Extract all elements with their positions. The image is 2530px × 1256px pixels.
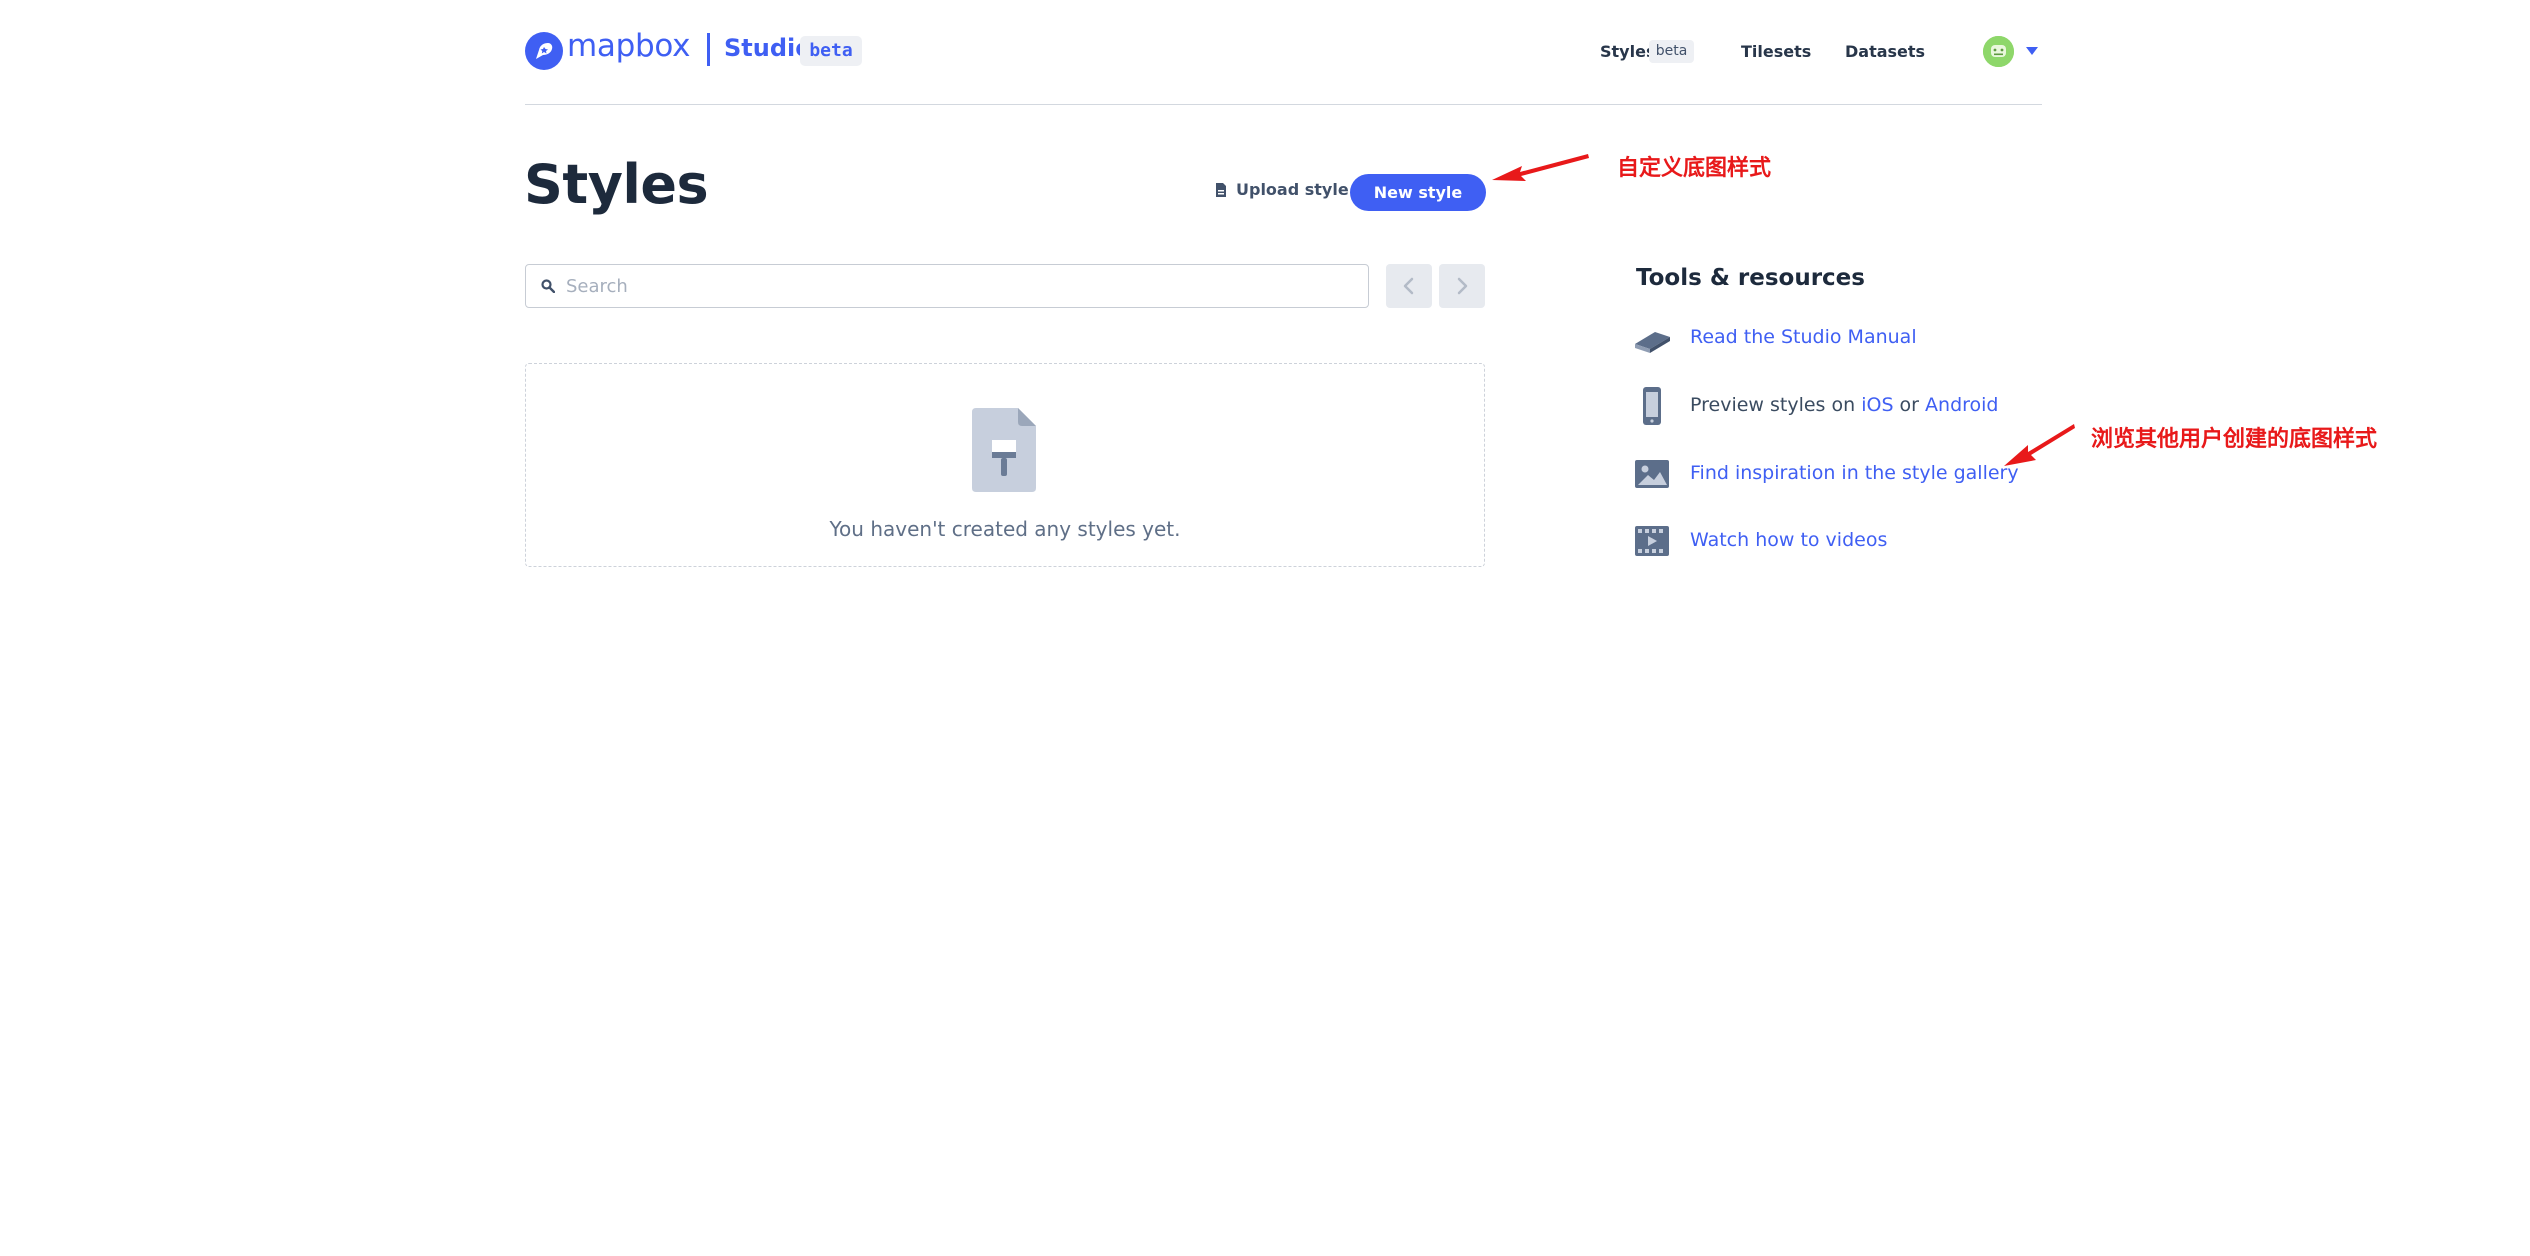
page-title: Styles: [524, 153, 709, 216]
how-to-videos-link-text[interactable]: Watch how to videos: [1690, 529, 1887, 551]
nav-styles[interactable]: Styles: [1600, 42, 1655, 61]
studio-beta-badge: beta: [800, 36, 862, 66]
search-input[interactable]: [566, 266, 1356, 306]
caret-down-icon[interactable]: [2026, 47, 2038, 55]
annotation-arrow-gallery: [2004, 424, 2075, 466]
upload-icon[interactable]: [1215, 182, 1227, 198]
how-to-videos-link[interactable]: Watch how to videos: [1690, 529, 1887, 551]
previous-page-button[interactable]: [1386, 264, 1432, 308]
empty-state-message: You haven't created any styles yet.: [829, 517, 1181, 541]
book-icon: [1633, 322, 1671, 356]
annotation-gallery: 浏览其他用户创建的底图样式: [2091, 427, 2378, 452]
image-icon: [1633, 457, 1671, 491]
style-document-icon: [972, 408, 1036, 492]
search-icon: [541, 278, 556, 294]
style-gallery-link-text[interactable]: Find inspiration in the style gallery: [1690, 462, 2019, 484]
film-icon: [1633, 524, 1671, 558]
new-style-button[interactable]: New style: [1350, 174, 1486, 211]
mapbox-logo-icon[interactable]: [525, 32, 563, 70]
upload-style-button[interactable]: Upload style: [1236, 180, 1349, 199]
studio-label[interactable]: Studio: [724, 34, 812, 62]
style-gallery-link[interactable]: Find inspiration in the style gallery: [1690, 462, 2019, 484]
ios-link[interactable]: iOS: [1861, 394, 1893, 416]
nav-tilesets[interactable]: Tilesets: [1741, 42, 1811, 61]
chevron-right-icon: [1457, 277, 1468, 295]
android-link[interactable]: Android: [1925, 394, 1998, 416]
phone-icon: [1633, 386, 1671, 425]
preview-prefix: Preview styles on: [1690, 394, 1862, 416]
logo-divider: [707, 33, 710, 66]
annotation-new-style: 自定义底图样式: [1617, 156, 1772, 181]
mapbox-logo-text[interactable]: mapbox: [567, 28, 690, 64]
chevron-left-icon: [1403, 277, 1414, 295]
preview-styles-text: Preview styles on iOS or Android: [1690, 394, 1999, 416]
tools-resources-heading: Tools & resources: [1636, 265, 1865, 291]
read-manual-link-text[interactable]: Read the Studio Manual: [1690, 326, 1917, 348]
header-divider: [525, 104, 2042, 105]
read-manual-link[interactable]: Read the Studio Manual: [1690, 326, 1917, 348]
nav-styles-beta-badge: beta: [1649, 40, 1694, 63]
preview-or: or: [1893, 394, 1926, 416]
avatar-icon[interactable]: [1983, 36, 2014, 67]
nav-datasets[interactable]: Datasets: [1845, 42, 1925, 61]
annotation-arrow-new-style: [1492, 154, 1589, 181]
next-page-button[interactable]: [1439, 264, 1485, 308]
